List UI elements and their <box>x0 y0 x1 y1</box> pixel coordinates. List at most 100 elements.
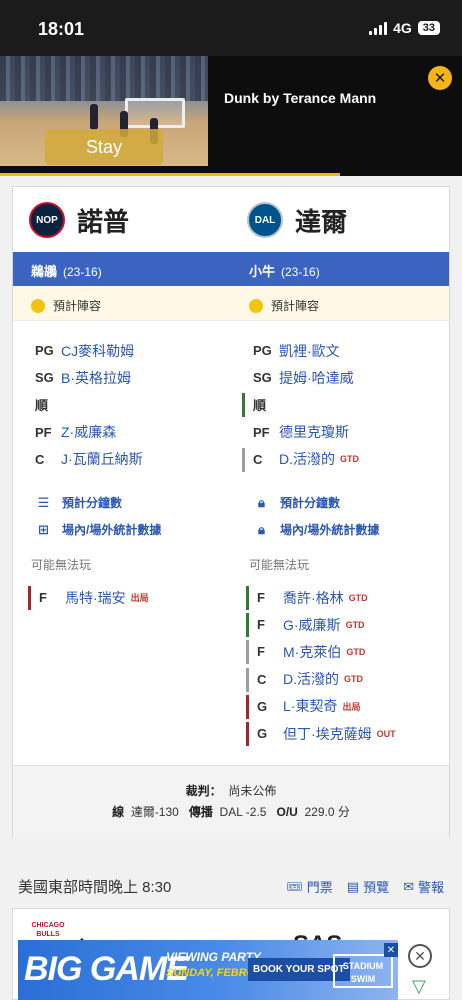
injury-row[interactable]: F 喬許·格林 GTD <box>246 584 396 611</box>
player-position: C <box>35 451 45 467</box>
status-bar-indicator <box>242 393 245 418</box>
odds-line: 線 達爾-130 傳播 DAL -2.5 O/U 229.0 分 <box>112 805 350 819</box>
document-icon: ▤ <box>346 878 360 894</box>
player-position: SG <box>35 370 54 386</box>
lineup-row[interactable]: C J·瓦蘭丘納斯 <box>35 446 143 473</box>
lineup-row[interactable]: 順 <box>35 391 143 418</box>
status-bar-indicator <box>246 640 249 665</box>
ad-stadium-logo: STADIUM SWIM <box>333 954 393 988</box>
lineup-row[interactable]: PF 德里克瓊斯 <box>253 419 359 446</box>
preview-link[interactable]: ▤ 預覽 <box>347 877 389 896</box>
status-tag: GTD <box>346 646 366 657</box>
player-name[interactable]: 凱裡·歐文 <box>279 341 340 361</box>
home-links: ☰ 預計分鐘數 ⊞ 場內/場外統計數據 <box>35 489 162 543</box>
projected-lineup-row: 預計陣容 預計陣容 <box>13 286 449 321</box>
game-card: NOP 諾普 DAL 達爾 鵜鶘 (23-16) 小牛 (23-16) 預計陣容 預… <box>12 186 450 838</box>
player-name[interactable]: Z·威廉森 <box>61 422 116 442</box>
injury-row[interactable]: G 但丁·埃克薩姆 OUT <box>246 720 396 747</box>
injury-row[interactable]: G L·東契奇 出局 <box>246 693 396 720</box>
player-name[interactable]: L·東契奇 <box>283 696 337 716</box>
home-injuries: F 馬特·瑞安 出局 <box>28 584 149 611</box>
status-bar-indicator <box>28 586 31 610</box>
player-position: C <box>257 671 267 687</box>
lock-icon: 🔒︎ <box>258 521 265 537</box>
advertisement-banner[interactable]: BIG GAME VIEWING PARTY SUNDAY, FEBRUARY … <box>18 940 398 1000</box>
status-bar-indicator <box>246 694 249 719</box>
pelicans-logo-icon: NOP <box>29 202 65 238</box>
lineup-row[interactable]: SG B·英格拉姆 <box>35 364 143 391</box>
player-name[interactable]: 提姆·哈達威 <box>279 368 354 388</box>
lineup-row[interactable]: PG CJ麥科勒姆 <box>35 337 143 364</box>
away-links: 🔒︎ 預計分鐘數 🔒︎ 場內/場外統計數據 <box>253 489 379 543</box>
referee-line: 裁判： 尚未公佈 <box>185 784 277 798</box>
team-record-bar: 鵜鶘 (23-16) 小牛 (23-16) <box>13 252 449 286</box>
status-bar-indicator <box>246 667 249 692</box>
player-name[interactable]: 馬特·瑞安 <box>65 588 126 608</box>
player-position: G <box>257 698 268 714</box>
lineup-row[interactable]: PG 凱裡·歐文 <box>253 337 359 364</box>
next-game-time: 美國東部時間晚上 8:30 <box>18 879 172 896</box>
home-team-header[interactable]: NOP 諾普 <box>29 187 129 253</box>
away-may-not-play-label: 可能無法玩 <box>249 558 310 572</box>
away-team-header[interactable]: DAL 達爾 <box>247 187 347 253</box>
signal-icon <box>369 21 388 35</box>
player-position: SG <box>253 370 272 386</box>
player-name[interactable]: 德里克瓊斯 <box>279 422 349 442</box>
projected-minutes-link[interactable]: ☰ 預計分鐘數 <box>35 489 161 516</box>
player-name[interactable]: J·瓦蘭丘納斯 <box>61 449 143 469</box>
video-title: Dunk by Terance Mann <box>224 90 377 106</box>
status-time: 18:01 <box>38 19 85 39</box>
game-info-footer: 裁判： 尚未公佈 線 達爾-130 傳播 DAL -2.5 O/U 229.0 … <box>13 765 449 838</box>
lineup-row[interactable]: C D.活潑的 GTD <box>242 446 359 473</box>
next-game-actions: 🎟︎ 門票 ▤ 預覽 ✉︎ 警報 <box>286 877 444 896</box>
player-name[interactable]: CJ麥科勒姆 <box>61 341 134 361</box>
player-name[interactable]: D.活潑的 <box>279 449 335 469</box>
player-name[interactable]: 但丁·埃克薩姆 <box>283 724 372 744</box>
home-projected: 預計陣容 <box>31 297 101 314</box>
alerts-link[interactable]: ✉︎ 警報 <box>403 877 444 896</box>
ticket-icon: 🎟︎ <box>286 878 303 894</box>
away-team-name: 達爾 <box>295 206 348 237</box>
status-tag: GTD <box>345 619 365 630</box>
home-may-not-play-label: 可能無法玩 <box>31 558 92 572</box>
projected-dot-icon <box>249 298 263 313</box>
court-icon: ⊞ <box>38 521 49 537</box>
lineup-row[interactable]: 順 <box>242 391 359 418</box>
player-name[interactable]: G·威廉斯 <box>283 615 341 635</box>
projected-minutes-link[interactable]: 🔒︎ 預計分鐘數 <box>253 489 379 516</box>
sliders-icon: ☰ <box>37 494 50 510</box>
injury-row[interactable]: C D.活潑的 GTD <box>246 666 396 693</box>
away-projected: 預計陣容 <box>249 297 319 314</box>
projected-dot-icon <box>31 298 45 313</box>
on-off-stats-link[interactable]: 🔒︎ 場內/場外統計數據 <box>253 516 379 543</box>
tickets-link[interactable]: 🎟︎ 門票 <box>286 877 333 896</box>
player-name[interactable]: D.活潑的 <box>283 669 339 689</box>
player-position: F <box>257 644 265 660</box>
video-player[interactable]: Stay Dunk by Terance Mann ✕ <box>0 56 462 176</box>
player-name[interactable]: 喬許·格林 <box>283 588 344 608</box>
injury-row[interactable]: F M·克萊伯 GTD <box>246 638 396 665</box>
network-label: 4G <box>393 20 412 36</box>
ad-subheadline: VIEWING PARTY <box>166 950 261 964</box>
player-position: PG <box>253 343 272 359</box>
status-bar-indicator <box>246 613 249 638</box>
mail-icon: ✉︎ <box>403 878 414 894</box>
injury-row[interactable]: F G·威廉斯 GTD <box>246 611 396 638</box>
lineup-row[interactable]: PF Z·威廉森 <box>35 419 143 446</box>
player-position: PG <box>35 343 54 359</box>
ad-close-icon[interactable]: ✕ <box>408 944 432 968</box>
away-record: 小牛 (23-16) <box>249 264 320 279</box>
close-icon[interactable]: ✕ <box>428 66 452 90</box>
on-off-stats-link[interactable]: ⊞ 場內/場外統計數據 <box>35 516 161 543</box>
status-tag: 出局 <box>342 701 361 712</box>
away-injuries: F 喬許·格林 GTD F G·威廉斯 GTD F M·克萊伯 GTD C D.活潑的 GTD G L·東… <box>246 584 396 747</box>
status-bar: 18:01 4G 33 <box>0 0 462 56</box>
lineup-row[interactable]: SG 提姆·哈達威 <box>253 364 359 391</box>
player-name[interactable]: M·克萊伯 <box>283 642 341 662</box>
video-thumbnail[interactable]: Stay <box>0 56 208 166</box>
stay-button[interactable]: Stay <box>45 129 163 165</box>
ad-choices-icon[interactable]: ▽ <box>412 976 426 997</box>
player-name[interactable]: B·英格拉姆 <box>61 368 131 388</box>
ad-close-small-icon[interactable]: ✕ <box>384 943 398 957</box>
injury-row[interactable]: F 馬特·瑞安 出局 <box>28 584 149 611</box>
